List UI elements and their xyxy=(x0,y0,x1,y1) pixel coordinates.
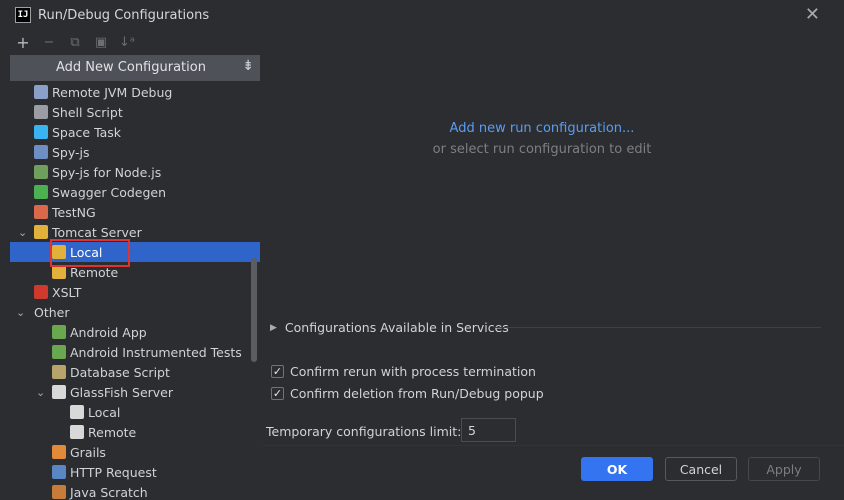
tree-item-label: Swagger Codegen xyxy=(52,184,167,200)
tree-item-label: Android Instrumented Tests xyxy=(70,344,242,360)
intellij-app-icon: IJ xyxy=(15,7,31,23)
confirm-rerun-checkbox[interactable]: ✓ Confirm rerun with process termination xyxy=(271,364,536,379)
configuration-tree: Remote JVM Debug Shell Script Space Task Sp… xyxy=(10,82,260,500)
tree-item-label: TestNG xyxy=(52,204,96,220)
chevron-down-icon[interactable]: ⌄ xyxy=(18,226,27,239)
tomcat-local-icon xyxy=(52,245,66,259)
config-toolbar: + − ⧉ ▣ ↓ᵃ xyxy=(10,31,260,53)
tree-item-label: XSLT xyxy=(52,284,82,300)
ok-button[interactable]: OK xyxy=(581,457,653,481)
tree-item[interactable]: Java Scratch xyxy=(10,482,260,500)
temporary-limit-label: Temporary configurations limit: xyxy=(266,424,462,439)
testng-icon xyxy=(34,205,48,219)
tree-item[interactable]: ⌄ Other xyxy=(10,302,260,322)
tree-item-label: Remote xyxy=(70,264,119,280)
tree-item-label: Local xyxy=(88,404,121,420)
tomcat-icon xyxy=(34,225,48,239)
tree-item-label: Android App xyxy=(70,324,147,340)
tree-item[interactable]: Spy-js for Node.js xyxy=(10,162,260,182)
tree-item-label: Space Task xyxy=(52,124,122,140)
title-bar: IJ Run/Debug Configurations ✕ xyxy=(0,0,844,31)
temporary-limit-input[interactable] xyxy=(461,418,516,442)
shell-script-icon xyxy=(34,105,48,119)
tomcat-remote-icon xyxy=(52,265,66,279)
swagger-icon xyxy=(34,185,48,199)
tree-item-label: Remote xyxy=(88,424,137,440)
apply-button[interactable]: Apply xyxy=(748,457,820,481)
tree-item-label: Tomcat Server xyxy=(52,224,142,240)
tree-item-label: GlassFish Server xyxy=(70,384,173,400)
tree-item[interactable]: Remote xyxy=(10,422,260,442)
tree-item-label: Grails xyxy=(70,444,106,460)
confirm-rerun-label: Confirm rerun with process termination xyxy=(290,364,536,379)
tree-item-label: Java Scratch xyxy=(70,484,148,500)
remote-jvm-debug-icon xyxy=(34,85,48,99)
tree-item[interactable]: ⌄ Tomcat Server xyxy=(10,222,260,242)
tree-item[interactable]: HTTP Request xyxy=(10,462,260,482)
tree-item[interactable]: Android Instrumented Tests xyxy=(10,342,260,362)
confirm-deletion-label: Confirm deletion from Run/Debug popup xyxy=(290,386,544,401)
services-section-label: Configurations Available in Services xyxy=(284,320,509,335)
services-separator xyxy=(494,327,821,328)
tree-item[interactable]: Local xyxy=(10,402,260,422)
tree-item[interactable]: Spy-js xyxy=(10,142,260,162)
tree-item[interactable]: Swagger Codegen xyxy=(10,182,260,202)
database-icon xyxy=(52,365,66,379)
tree-item-label: Spy-js for Node.js xyxy=(52,164,162,180)
tree-item[interactable]: Database Script xyxy=(10,362,260,382)
confirm-deletion-checkbox[interactable]: ✓ Confirm deletion from Run/Debug popup xyxy=(271,386,544,401)
grails-icon xyxy=(52,445,66,459)
tree-item-label: HTTP Request xyxy=(70,464,157,480)
tree-item[interactable]: ⌄ GlassFish Server xyxy=(10,382,260,402)
add-icon[interactable]: + xyxy=(10,32,36,52)
glassfish-local-icon xyxy=(70,405,84,419)
sort-icon[interactable]: ↓ᵃ xyxy=(114,32,140,52)
tree-scrollbar[interactable] xyxy=(251,258,257,362)
tree-item-label: Spy-js xyxy=(52,144,90,160)
android-tests-icon xyxy=(52,345,66,359)
window-title: Run/Debug Configurations xyxy=(38,8,210,23)
tree-item[interactable]: Remote JVM Debug xyxy=(10,82,260,102)
add-new-configuration-label: Add New Configuration xyxy=(56,60,206,75)
tree-item-label: Shell Script xyxy=(52,104,123,120)
chevron-down-icon[interactable]: ⌄ xyxy=(36,386,45,399)
copy-icon[interactable]: ⧉ xyxy=(62,32,88,52)
tree-item[interactable]: Remote xyxy=(10,262,260,282)
remove-icon[interactable]: − xyxy=(36,32,62,52)
cancel-button[interactable]: Cancel xyxy=(665,457,737,481)
glassfish-icon xyxy=(52,385,66,399)
tree-item[interactable]: Shell Script xyxy=(10,102,260,122)
collapse-all-icon[interactable]: ⇟ xyxy=(242,58,254,74)
tree-item-label: Local xyxy=(70,244,103,260)
spy-js-node-icon xyxy=(34,165,48,179)
chevron-down-icon[interactable]: ⌄ xyxy=(16,306,25,319)
footer-separator xyxy=(262,445,844,446)
tree-item-label: Database Script xyxy=(70,364,170,380)
select-configuration-hint: or select run configuration to edit xyxy=(432,142,652,157)
http-request-icon xyxy=(52,465,66,479)
tree-item[interactable]: Space Task xyxy=(10,122,260,142)
tree-item[interactable]: Local xyxy=(10,242,260,262)
checkbox-checked-icon: ✓ xyxy=(271,365,284,378)
tree-item[interactable]: Grails xyxy=(10,442,260,462)
tree-item-label: Other xyxy=(34,304,70,320)
right-pane: Add new run configuration... or select r… xyxy=(262,31,844,500)
tree-item[interactable]: Android App xyxy=(10,322,260,342)
expand-arrow-icon: ▶ xyxy=(270,322,277,333)
tree-item-label: Remote JVM Debug xyxy=(52,84,173,100)
checkbox-checked-icon: ✓ xyxy=(271,387,284,400)
space-task-icon xyxy=(34,125,48,139)
add-new-configuration-header[interactable]: Add New Configuration ⇟ xyxy=(10,55,260,81)
folder-icon[interactable]: ▣ xyxy=(88,32,114,52)
java-scratch-icon xyxy=(52,485,66,499)
tree-item[interactable]: XSLT xyxy=(10,282,260,302)
add-new-run-configuration-link[interactable]: Add new run configuration... xyxy=(262,121,822,136)
spy-js-icon xyxy=(34,145,48,159)
close-icon[interactable]: ✕ xyxy=(805,5,820,25)
android-icon xyxy=(52,325,66,339)
services-section-toggle[interactable]: ▶ Configurations Available in Services xyxy=(270,320,509,335)
xslt-icon xyxy=(34,285,48,299)
tree-item[interactable]: TestNG xyxy=(10,202,260,222)
glassfish-remote-icon xyxy=(70,425,84,439)
